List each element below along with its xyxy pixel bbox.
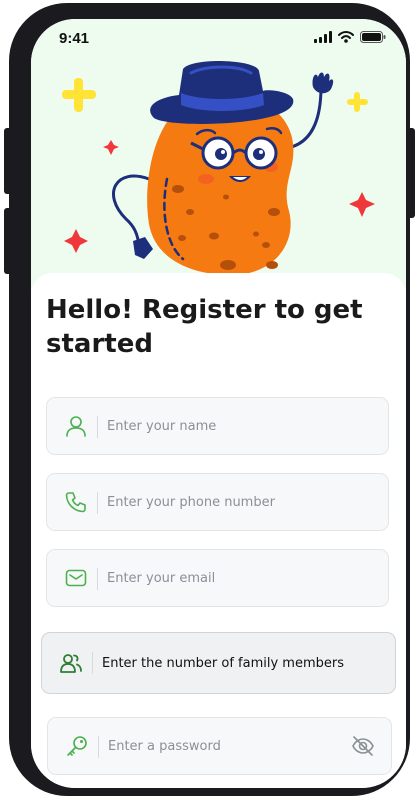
- yellow-plus-sparkle-small: [347, 92, 368, 112]
- signal-icon: [314, 31, 332, 43]
- status-icons: [314, 31, 386, 43]
- family-members-input[interactable]: [102, 633, 382, 693]
- name-input[interactable]: [107, 398, 347, 454]
- users-icon: [60, 654, 82, 673]
- user-icon: [66, 416, 86, 437]
- page-title: Hello! Register to get started: [46, 295, 363, 359]
- password-field[interactable]: [47, 717, 392, 775]
- phone-input[interactable]: [107, 474, 347, 530]
- wifi-icon: [338, 31, 354, 43]
- key-icon: [67, 736, 87, 756]
- field-separator: [97, 492, 98, 514]
- red-star-sparkle: [64, 229, 88, 253]
- red-star-sparkle: [103, 140, 119, 155]
- hero-illustration: [31, 19, 406, 289]
- potato-mascot-illustration: [62, 60, 375, 276]
- field-separator: [97, 416, 98, 438]
- battery-icon: [360, 31, 386, 43]
- phone-icon: [65, 492, 86, 513]
- field-separator: [97, 568, 98, 590]
- phone-screen: 9:41 Hello! Register to get started Ente…: [31, 19, 406, 788]
- family-members-field[interactable]: [41, 632, 396, 694]
- field-separator: [98, 736, 99, 758]
- phone-frame: 9:41 Hello! Register to get started Ente…: [9, 3, 410, 796]
- mail-icon: [65, 569, 87, 587]
- eye-off-icon[interactable]: [351, 735, 375, 757]
- phone-field[interactable]: [46, 473, 389, 531]
- password-input[interactable]: [108, 718, 338, 774]
- status-bar: 9:41: [31, 19, 406, 59]
- field-separator: [92, 652, 93, 674]
- email-input[interactable]: [107, 550, 347, 606]
- status-time: 9:41: [59, 30, 90, 47]
- name-field[interactable]: [46, 397, 389, 455]
- red-star-sparkle: [349, 192, 375, 217]
- yellow-plus-sparkle: [62, 78, 96, 112]
- email-field[interactable]: [46, 549, 389, 607]
